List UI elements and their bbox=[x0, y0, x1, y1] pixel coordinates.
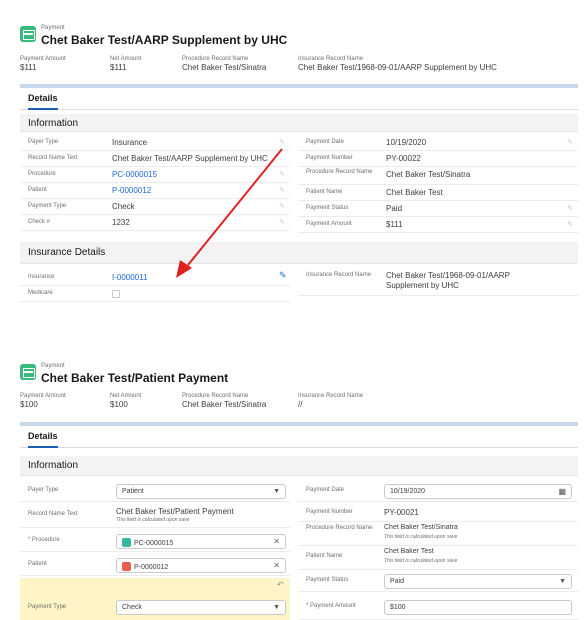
caret-down-icon: ▼ bbox=[273, 604, 280, 611]
field-value: // bbox=[298, 400, 303, 409]
record-panel-1: Payment Chet Baker Test/AARP Supplement … bbox=[20, 22, 578, 312]
field-label: Procedure Record Name bbox=[182, 393, 249, 399]
field-value: Chet Baker Test/Patient Payment bbox=[116, 507, 234, 516]
calc-note: This field is calculated upon save bbox=[384, 558, 458, 564]
field-label: Payment Type bbox=[28, 604, 67, 610]
tab-details[interactable]: Details bbox=[28, 431, 58, 448]
highlight-field: Insurance Record Name // bbox=[298, 393, 363, 409]
patient-object-icon bbox=[122, 562, 131, 571]
payment-object-icon bbox=[20, 364, 36, 380]
procedure-object-icon bbox=[122, 538, 131, 547]
clear-icon[interactable]: ✕ bbox=[273, 537, 280, 546]
field-procedure: * Procedure PC-0000015 ✕ bbox=[20, 530, 290, 552]
calendar-icon[interactable]: ▦ bbox=[558, 487, 566, 496]
section-title: Information bbox=[28, 460, 79, 471]
field-label: Procedure Record Name bbox=[306, 525, 373, 531]
field-label: Patient Name bbox=[306, 553, 343, 559]
field-payment-status: Payment Status Paid ▼ bbox=[298, 570, 578, 592]
select-value: Patient bbox=[122, 488, 144, 495]
field-patient: Patient P-0000012 ✕ bbox=[20, 554, 290, 576]
field-record-name-text: Record Name Text Chet Baker Test/Patient… bbox=[20, 504, 290, 528]
field-payer-type: Payer Type Patient ▼ bbox=[20, 480, 290, 502]
payment-date-input[interactable]: 10/19/2020 ▦ bbox=[384, 484, 572, 499]
field-label: * Payment Amount bbox=[306, 603, 356, 609]
field-payment-amount: * Payment Amount $100 bbox=[298, 594, 578, 620]
payment-type-select[interactable]: Check ▼ bbox=[116, 600, 286, 615]
details-card: Details Information Payer Type Patient ▼… bbox=[20, 422, 578, 620]
procedure-lookup[interactable]: PC-0000015 ✕ bbox=[116, 534, 286, 549]
clear-icon[interactable]: ✕ bbox=[273, 561, 280, 570]
payer-type-select[interactable]: Patient ▼ bbox=[116, 484, 286, 499]
field-payment-type: ↶ Payment Type Check ▼ bbox=[20, 578, 290, 620]
field-label: Payment Status bbox=[306, 577, 349, 583]
field-label: Patient bbox=[28, 561, 47, 567]
field-payment-date: Payment Date 10/19/2020 ▦ bbox=[298, 480, 578, 502]
highlight-field: Net Amount $100 bbox=[110, 393, 141, 409]
field-label: Payment Number bbox=[306, 509, 353, 515]
payment-amount-input[interactable]: $100 bbox=[384, 600, 572, 615]
input-value: 10/19/2020 bbox=[390, 488, 426, 495]
record-title: Chet Baker Test/Patient Payment bbox=[41, 371, 229, 385]
annotation-arrow bbox=[176, 148, 283, 278]
field-value: Chet Baker Test bbox=[384, 548, 434, 555]
field-label: Record Name Text bbox=[28, 511, 78, 517]
calc-note: This field is calculated upon save bbox=[116, 517, 190, 523]
field-procedure-record-name: Procedure Record Name Chet Baker Test/Si… bbox=[298, 522, 578, 546]
select-value: Check bbox=[122, 604, 142, 611]
field-value: $100 bbox=[110, 400, 128, 409]
payment-status-select[interactable]: Paid ▼ bbox=[384, 574, 572, 589]
object-type-label: Payment bbox=[41, 363, 65, 369]
lookup-value: PC-0000015 bbox=[134, 540, 174, 547]
tab-bar: Details bbox=[20, 426, 578, 448]
arrow-line bbox=[187, 148, 283, 266]
field-value: Chet Baker Test/Sinatra bbox=[384, 524, 458, 531]
caret-down-icon: ▼ bbox=[559, 578, 566, 585]
patient-lookup[interactable]: P-0000012 ✕ bbox=[116, 558, 286, 573]
field-label: Net Amount bbox=[110, 393, 142, 399]
field-label: Insurance Record Name bbox=[298, 393, 364, 399]
record-panel-2: Payment Chet Baker Test/Patient Payment … bbox=[20, 360, 578, 620]
field-label: Payment Date bbox=[306, 487, 345, 493]
field-value: Chet Baker Test/Sinatra bbox=[182, 400, 267, 409]
input-value: $100 bbox=[390, 604, 406, 611]
record-header: Payment Chet Baker Test/Patient Payment bbox=[20, 360, 578, 396]
field-value: $100 bbox=[20, 400, 38, 409]
undo-icon[interactable]: ↶ bbox=[277, 581, 284, 589]
field-value: PY-00021 bbox=[384, 508, 419, 517]
field-payment-number: Payment Number PY-00021 bbox=[298, 504, 578, 522]
section-information-header[interactable]: Information bbox=[20, 456, 578, 476]
highlight-field: Procedure Record Name Chet Baker Test/Si… bbox=[182, 393, 266, 409]
calc-note: This field is calculated upon save bbox=[384, 534, 458, 540]
highlights-panel: Payment Amount $100 Net Amount $100 Proc… bbox=[20, 393, 578, 415]
field-label: Payer Type bbox=[28, 487, 59, 493]
select-value: Paid bbox=[390, 578, 405, 585]
caret-down-icon: ▼ bbox=[273, 488, 280, 495]
highlight-field: Payment Amount $100 bbox=[20, 393, 66, 409]
lookup-value: P-0000012 bbox=[134, 564, 169, 571]
field-label: Payment Amount bbox=[20, 393, 66, 399]
field-patient-name: Patient Name Chet Baker Test This field … bbox=[298, 546, 578, 570]
field-label: * Procedure bbox=[28, 537, 60, 543]
